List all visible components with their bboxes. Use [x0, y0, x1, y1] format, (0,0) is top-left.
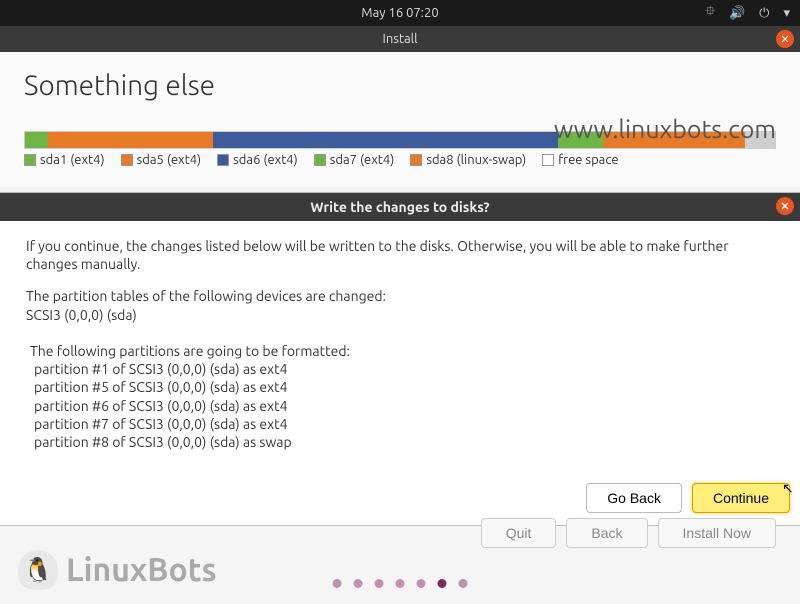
- legend-item: sda1 (ext4): [24, 153, 105, 167]
- format-line: partition #6 of SCSI3 (0,0,0) (sda) as e…: [30, 397, 774, 415]
- partition-segment[interactable]: [25, 132, 48, 148]
- dialog-close-icon[interactable]: ✕: [776, 197, 794, 215]
- format-line: partition #8 of SCSI3 (0,0,0) (sda) as s…: [30, 433, 774, 451]
- format-section: The following partitions are going to be…: [26, 342, 774, 451]
- legend-swatch: [542, 154, 554, 166]
- sound-icon[interactable]: 🔊: [729, 6, 745, 21]
- page-title: Something else: [24, 70, 776, 101]
- dialog-title: Write the changes to disks?: [310, 199, 489, 215]
- progress-dots: [333, 579, 468, 588]
- dot: [396, 579, 405, 588]
- logo-text: LinuxBots: [66, 552, 217, 588]
- dialog-body: If you continue, the changes listed belo…: [0, 221, 800, 483]
- watermark-text: www.linuxbots.com: [554, 115, 776, 143]
- format-line: partition #5 of SCSI3 (0,0,0) (sda) as e…: [30, 378, 774, 396]
- legend-swatch: [217, 154, 229, 166]
- legend-item: free space: [542, 153, 618, 167]
- tables-device: SCSI3 (0,0,0) (sda): [26, 306, 774, 324]
- legend-item: sda7 (ext4): [314, 153, 395, 167]
- top-menu-bar: May 16 07:20 ⯐ 🔊 ⏻ ▾: [0, 0, 800, 26]
- format-line: partition #1 of SCSI3 (0,0,0) (sda) as e…: [30, 360, 774, 378]
- partition-legend: sda1 (ext4) sda5 (ext4) sda6 (ext4) sda7 (e…: [24, 153, 776, 167]
- tables-header: The partition tables of the following de…: [26, 287, 774, 305]
- legend-item: sda6 (ext4): [217, 153, 298, 167]
- legend-swatch: [121, 154, 133, 166]
- power-icon[interactable]: ⏻: [759, 6, 769, 21]
- logo: 🐧 LinuxBots: [18, 550, 217, 590]
- confirm-dialog: Write the changes to disks? ✕ If you con…: [0, 192, 800, 526]
- window-titlebar: Install ✕: [0, 26, 800, 52]
- close-icon[interactable]: ✕: [776, 30, 794, 48]
- window-title: Install: [383, 32, 418, 46]
- penguin-icon: 🐧: [18, 550, 58, 590]
- dot-active: [438, 579, 447, 588]
- install-now-button[interactable]: Install Now: [658, 518, 776, 548]
- network-icon[interactable]: ⯐: [705, 2, 715, 24]
- quit-button[interactable]: Quit: [481, 518, 557, 548]
- dot: [354, 579, 363, 588]
- partition-segment[interactable]: [48, 132, 213, 148]
- back-button[interactable]: Back: [566, 518, 647, 548]
- legend-label: free space: [558, 153, 618, 167]
- dot: [459, 579, 468, 588]
- system-tray: ⯐ 🔊 ⏻ ▾: [705, 2, 790, 24]
- install-window: Install ✕ Something else sda1 (ext4) sda5…: [0, 26, 800, 187]
- partition-segment[interactable]: [213, 132, 558, 148]
- format-line: partition #7 of SCSI3 (0,0,0) (sda) as e…: [30, 415, 774, 433]
- legend-label: sda7 (ext4): [330, 153, 395, 167]
- cursor-icon: ↖: [782, 480, 794, 497]
- dot: [417, 579, 426, 588]
- continue-button[interactable]: Continue: [692, 483, 790, 513]
- dot: [375, 579, 384, 588]
- legend-item: sda5 (ext4): [121, 153, 202, 167]
- go-back-button[interactable]: Go Back: [586, 483, 682, 513]
- dialog-titlebar: Write the changes to disks? ✕: [0, 193, 800, 221]
- legend-swatch: [410, 154, 422, 166]
- dialog-intro: If you continue, the changes listed belo…: [26, 237, 774, 273]
- dot: [333, 579, 342, 588]
- dropdown-icon[interactable]: ▾: [783, 6, 790, 21]
- format-header: The following partitions are going to be…: [26, 342, 774, 360]
- legend-label: sda1 (ext4): [40, 153, 105, 167]
- legend-swatch: [314, 154, 326, 166]
- legend-item: sda8 (linux-swap): [410, 153, 526, 167]
- legend-label: sda6 (ext4): [233, 153, 298, 167]
- clock: May 16 07:20: [361, 6, 438, 20]
- legend-label: sda5 (ext4): [137, 153, 202, 167]
- legend-label: sda8 (linux-swap): [426, 153, 526, 167]
- legend-swatch: [24, 154, 36, 166]
- install-nav-buttons: Quit Back Install Now: [481, 518, 776, 548]
